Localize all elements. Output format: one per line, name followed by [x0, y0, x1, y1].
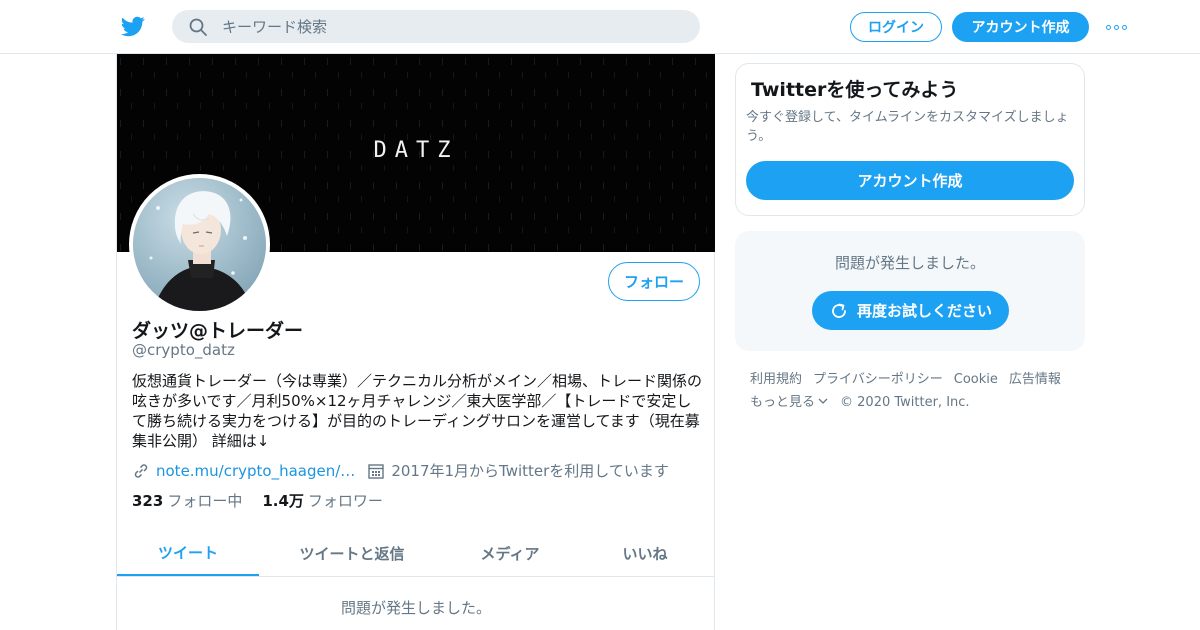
signup-card-title: Twitterを使ってみよう: [751, 79, 959, 101]
footer-more-label: もっと見る: [750, 395, 816, 410]
profile-name: ダッツ@トレーダー: [132, 320, 304, 342]
search-icon: [189, 18, 207, 36]
calendar-icon: [368, 463, 385, 479]
signup-card-button[interactable]: アカウント作成: [746, 161, 1074, 200]
refresh-icon: [832, 303, 846, 318]
footer-link-ads[interactable]: 広告情報: [1009, 368, 1061, 391]
join-date: 2017年1月からTwitterを利用しています: [391, 462, 669, 480]
search-input[interactable]: [222, 17, 662, 36]
following-count: 323: [132, 492, 164, 510]
footer-link-terms[interactable]: 利用規約: [750, 368, 802, 391]
footer-more[interactable]: もっと見る: [750, 391, 829, 414]
profile-stats: 323 フォロー中 1.4万 フォロワー: [132, 490, 383, 511]
banner-text: DATZ: [373, 138, 459, 163]
error-card: 問題が発生しました。 再度お試しください: [735, 231, 1085, 351]
profile-link[interactable]: note.mu/crypto_haagen/…: [156, 462, 355, 480]
following-label: フォロー中: [167, 492, 243, 510]
login-button[interactable]: ログイン: [850, 12, 942, 42]
tab-media[interactable]: メディア: [445, 530, 575, 576]
timeline-error-message: 問題が発生しました。: [340, 599, 491, 617]
tab-likes[interactable]: いいね: [575, 530, 715, 576]
avatar-illustration: [133, 178, 266, 311]
followers-count: 1.4万: [262, 492, 304, 510]
profile-handle: @crypto_datz: [132, 341, 235, 359]
more-options-icon[interactable]: [1106, 20, 1130, 34]
chevron-down-icon: [818, 398, 828, 404]
footer-link-cookie[interactable]: Cookie: [954, 368, 998, 391]
footer-copyright: © 2020 Twitter, Inc.: [840, 395, 970, 410]
tab-tweets-and-replies[interactable]: ツイートと返信: [259, 530, 445, 576]
tab-tweets[interactable]: ツイート: [117, 530, 259, 576]
footer-link-privacy[interactable]: プライバシーポリシー: [813, 368, 943, 391]
followers-stat[interactable]: 1.4万 フォロワー: [262, 490, 383, 511]
follow-button[interactable]: フォロー: [608, 262, 700, 301]
footer: 利用規約 プライバシーポリシー Cookie 広告情報 もっと見る © 2020…: [750, 368, 1080, 414]
signup-card-description: 今すぐ登録して、タイムラインをカスタマイズしましょう。: [746, 110, 1069, 144]
profile-bio: 仮想通貨トレーダー（今は専業）／テクニカル分析がメイン／相場、トレード関係の呟き…: [132, 372, 703, 450]
profile-meta: note.mu/crypto_haagen/… 2017年1月からTwitter…: [132, 460, 669, 481]
link-icon: [134, 463, 148, 478]
twitter-logo-icon[interactable]: [120, 14, 146, 38]
search-bar[interactable]: [172, 10, 700, 43]
error-card-message: 問題が発生しました。: [834, 254, 985, 272]
retry-button[interactable]: 再度お試しください: [812, 291, 1009, 330]
avatar[interactable]: [129, 174, 270, 315]
retry-button-label: 再度お試しください: [856, 302, 992, 320]
following-stat[interactable]: 323 フォロー中: [132, 490, 242, 511]
profile-column: DATZ フォロー ダッツ@トレーダー @crypto_datz 仮想通貨トレー…: [116, 54, 715, 630]
top-bar: ログイン アカウント作成: [0, 0, 1200, 54]
signup-button[interactable]: アカウント作成: [952, 12, 1089, 42]
signup-card: Twitterを使ってみよう 今すぐ登録して、タイムラインをカスタマイズしましょ…: [735, 63, 1085, 216]
profile-tabs: ツイート ツイートと返信 メディア いいね: [117, 530, 715, 577]
followers-label: フォロワー: [307, 492, 383, 510]
